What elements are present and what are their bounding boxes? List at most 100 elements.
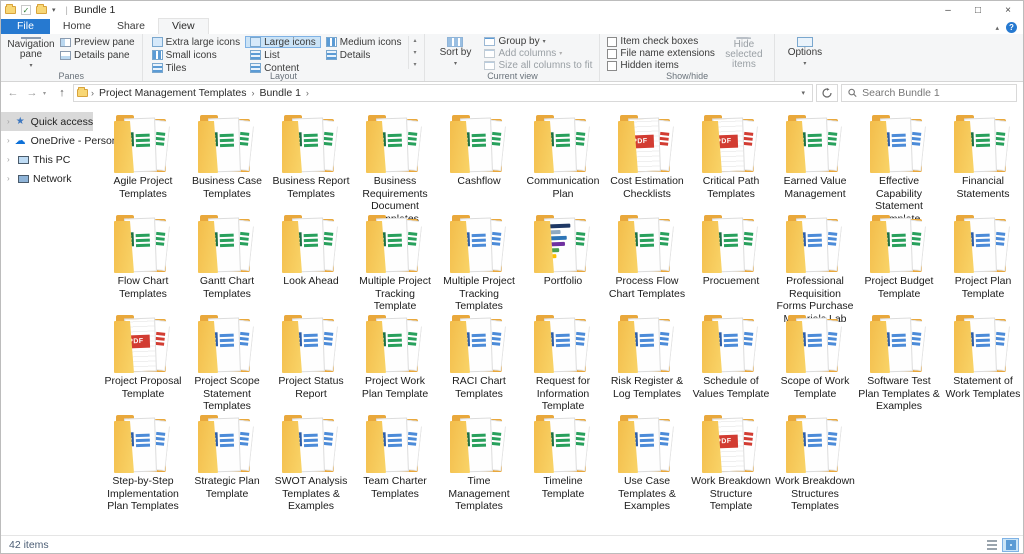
address-dropdown-icon[interactable]: ▾ [797, 89, 809, 97]
folder-item[interactable]: Work Breakdown Structures Templates [773, 412, 857, 512]
more-layouts-icon[interactable]: ▾ [413, 61, 416, 68]
folder-item[interactable]: Portfolio [521, 212, 605, 312]
expand-chevron-icon[interactable]: › [7, 174, 14, 183]
folder-item[interactable]: PDF Work Breakdown Structure Template [689, 412, 773, 512]
extra-large-icons-button[interactable]: Extra large icons [147, 36, 245, 48]
size-all-columns-button[interactable]: Size all columns to fit [481, 60, 595, 71]
details-view-button[interactable]: Details [321, 49, 407, 61]
folder-item[interactable]: Project Status Report [269, 312, 353, 412]
folder-item[interactable]: Multiple Project Tracking Template [353, 212, 437, 312]
folder-item[interactable]: Look Ahead [269, 212, 353, 312]
folder-item[interactable]: Step-by-Step Implementation Plan Templat… [101, 412, 185, 512]
folder-item[interactable]: PDF Project Proposal Template [101, 312, 185, 412]
item-check-boxes-checkbox[interactable]: Item check boxes [604, 36, 718, 47]
minimize-button[interactable]: – [933, 1, 963, 19]
search-box[interactable] [841, 84, 1017, 102]
folder-item[interactable]: Schedule of Values Template [689, 312, 773, 412]
folder-item[interactable]: PDF Cost Estimation Checklists [605, 112, 689, 212]
folder-item[interactable]: Business Report Templates [269, 112, 353, 212]
properties-icon[interactable]: ✓ [21, 5, 31, 15]
expand-chevron-icon[interactable]: › [7, 117, 10, 126]
tab-file[interactable]: File [1, 19, 50, 34]
list-icon [250, 50, 261, 60]
close-button[interactable]: × [993, 1, 1023, 19]
folder-item[interactable]: Team Charter Templates [353, 412, 437, 512]
group-by-button[interactable]: Group by ▾ [481, 36, 595, 47]
folder-icon [951, 312, 1015, 374]
folder-item[interactable]: Communication Plan [521, 112, 605, 212]
collapse-ribbon-icon[interactable]: ▴ [995, 24, 999, 32]
folder-item[interactable]: Earned Value Management [773, 112, 857, 212]
expand-chevron-icon[interactable]: › [7, 155, 14, 164]
list-button[interactable]: List [245, 49, 321, 61]
large-icons-button[interactable]: Large icons [245, 36, 321, 48]
folder-item[interactable]: SWOT Analysis Templates & Examples [269, 412, 353, 512]
expand-chevron-icon[interactable]: › [7, 136, 10, 145]
breadcrumb-parent[interactable]: Project Management Templates [97, 87, 248, 99]
maximize-button[interactable]: □ [963, 1, 993, 19]
hide-selected-items-button[interactable]: Hide selected items [718, 36, 770, 69]
folder-item[interactable]: Project Scope Statement Templates [185, 312, 269, 412]
folder-item[interactable]: PDF Critical Path Templates [689, 112, 773, 212]
address-box[interactable]: › Project Management Templates › Bundle … [73, 84, 813, 102]
tab-view[interactable]: View [158, 18, 209, 34]
folder-item[interactable]: Flow Chart Templates [101, 212, 185, 312]
medium-icons-button[interactable]: Medium icons [321, 36, 407, 48]
folder-item[interactable]: Multiple Project Tracking Templates [437, 212, 521, 312]
folder-item[interactable]: Risk Register & Log Templates [605, 312, 689, 412]
folder-item[interactable]: Time Management Templates [437, 412, 521, 512]
customize-toolbar-icon[interactable]: ▾ [52, 6, 56, 14]
up-button[interactable]: ↑ [54, 87, 70, 99]
folder-item[interactable]: Request for Information Template [521, 312, 605, 412]
folder-item[interactable]: Scope of Work Template [773, 312, 857, 412]
small-icons-button[interactable]: Small icons [147, 49, 245, 61]
folder-content-area[interactable]: Agile Project Templates Business Case Te… [93, 104, 1023, 535]
scroll-up-icon[interactable]: ▴ [413, 37, 416, 44]
tab-home[interactable]: Home [50, 19, 104, 34]
sidebar-item-network[interactable]: › Network [1, 169, 93, 188]
large-icons-view-toggle[interactable] [1002, 538, 1019, 552]
hidden-items-checkbox[interactable]: Hidden items [604, 60, 718, 71]
folder-item[interactable]: Business Case Templates [185, 112, 269, 212]
folder-item[interactable]: Professional Requisition Forms Purchase … [773, 212, 857, 312]
folder-item[interactable]: Cashflow [437, 112, 521, 212]
new-folder-icon[interactable] [36, 6, 47, 14]
folder-item[interactable]: Gantt Chart Templates [185, 212, 269, 312]
refresh-button[interactable] [816, 84, 838, 102]
search-input[interactable] [862, 87, 1010, 99]
folder-item[interactable]: Agile Project Templates [101, 112, 185, 212]
back-button[interactable]: ← [5, 87, 21, 99]
scroll-down-icon[interactable]: ▾ [413, 49, 416, 56]
folder-item[interactable]: Project Work Plan Template [353, 312, 437, 412]
preview-pane-button[interactable]: Preview pane [57, 36, 138, 48]
navigation-pane-button[interactable]: Navigation pane ▾ [5, 36, 57, 69]
details-pane-button[interactable]: Details pane [57, 49, 138, 61]
folder-item[interactable]: RACI Chart Templates [437, 312, 521, 412]
tab-share[interactable]: Share [104, 19, 158, 34]
folder-item[interactable]: Use Case Templates & Examples [605, 412, 689, 512]
folder-item[interactable]: Project Plan Template [941, 212, 1023, 312]
breadcrumb-current[interactable]: Bundle 1 [257, 87, 302, 99]
folder-item[interactable]: Process Flow Chart Templates [605, 212, 689, 312]
folder-item[interactable]: Effective Capability Statement Template [857, 112, 941, 212]
folder-item[interactable]: Timeline Template [521, 412, 605, 512]
sidebar-item-this-pc[interactable]: › This PC [1, 150, 93, 169]
large-icons-icon [250, 37, 261, 47]
sort-by-button[interactable]: Sort by ▾ [429, 36, 481, 69]
folder-item[interactable]: Project Budget Template [857, 212, 941, 312]
folder-item[interactable]: Software Test Plan Templates & Examples [857, 312, 941, 412]
folder-item[interactable]: Business Requirements Document Templates [353, 112, 437, 212]
folder-item[interactable]: Strategic Plan Template [185, 412, 269, 512]
details-view-toggle[interactable] [983, 538, 1000, 552]
folder-item[interactable]: Financial Statements [941, 112, 1023, 212]
sidebar-item-quick-access[interactable]: › Quick access [1, 112, 93, 131]
add-columns-button[interactable]: Add columns ▾ [481, 48, 595, 59]
recent-locations-icon[interactable]: ▾ [43, 90, 51, 97]
forward-button[interactable]: → [24, 87, 40, 99]
file-name-extensions-checkbox[interactable]: File name extensions [604, 48, 718, 59]
sidebar-item-onedrive-personal[interactable]: › OneDrive - Personal [1, 131, 93, 150]
options-button[interactable]: Options ▾ [779, 36, 831, 69]
folder-item[interactable]: Statement of Work Templates [941, 312, 1023, 412]
help-icon[interactable]: ? [1006, 22, 1017, 33]
folder-item[interactable]: Procuement [689, 212, 773, 312]
